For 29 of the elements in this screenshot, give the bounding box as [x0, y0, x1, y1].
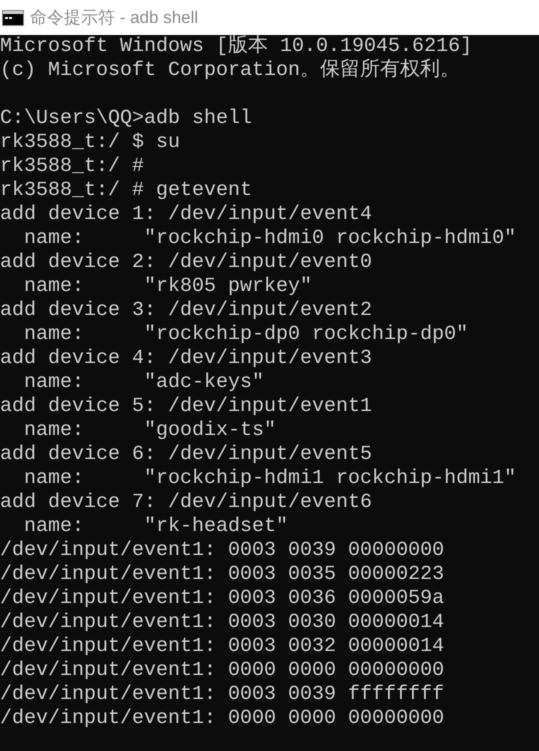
console-line: name: "adc-keys"	[23, 371, 264, 395]
console-line: name: "goodix-ts"	[23, 419, 276, 443]
console-line: add device 7: /dev/input/event6	[0, 491, 372, 515]
console-line: /dev/input/event1: 0003 0036 0000059a	[0, 587, 444, 611]
console-line: name: "rockchip-hdmi0 rockchip-hdmi0"	[23, 227, 516, 251]
console-line: name: "rockchip-hdmi1 rockchip-hdmi1"	[23, 467, 516, 491]
console-line: add device 5: /dev/input/event1	[0, 395, 372, 419]
console-line: /dev/input/event1: 0003 0030 00000014	[0, 611, 444, 635]
console-line: rk3588_t:/ #	[0, 155, 144, 179]
console-line: /dev/input/event1: 0003 0032 00000014	[0, 635, 444, 659]
console-line: add device 2: /dev/input/event0	[0, 251, 372, 275]
console-line: add device 3: /dev/input/event2	[0, 299, 372, 323]
console-line: name: "rk-headset"	[23, 515, 288, 539]
console-line: rk3588_t:/ # getevent	[0, 179, 252, 203]
console-line: name: "rockchip-dp0 rockchip-dp0"	[23, 323, 468, 347]
console-line: add device 1: /dev/input/event4	[0, 203, 372, 227]
console-line: /dev/input/event1: 0003 0039 ffffffff	[0, 683, 444, 707]
console-line: /dev/input/event1: 0000 0000 00000000	[0, 659, 444, 683]
console-line: add device 6: /dev/input/event5	[0, 443, 372, 467]
console-line: name: "rk805 pwrkey"	[23, 275, 312, 299]
console-line: Microsoft Windows [版本 10.0.19045.6216]	[0, 35, 472, 58]
console-line: rk3588_t:/ $ su	[0, 131, 180, 155]
window-title: 命令提示符 - adb shell	[30, 6, 198, 29]
console-line: (c) Microsoft Corporation。保留所有权利。	[0, 59, 460, 83]
console-line: add device 4: /dev/input/event3	[0, 347, 372, 371]
console-line: /dev/input/event1: 0003 0039 00000000	[0, 539, 444, 563]
console-line: C:\Users\QQ>adb shell	[0, 107, 252, 131]
console-line: /dev/input/event1: 0000 0000 00000000	[0, 707, 444, 731]
console-line: /dev/input/event1: 0003 0035 00000223	[0, 563, 444, 587]
